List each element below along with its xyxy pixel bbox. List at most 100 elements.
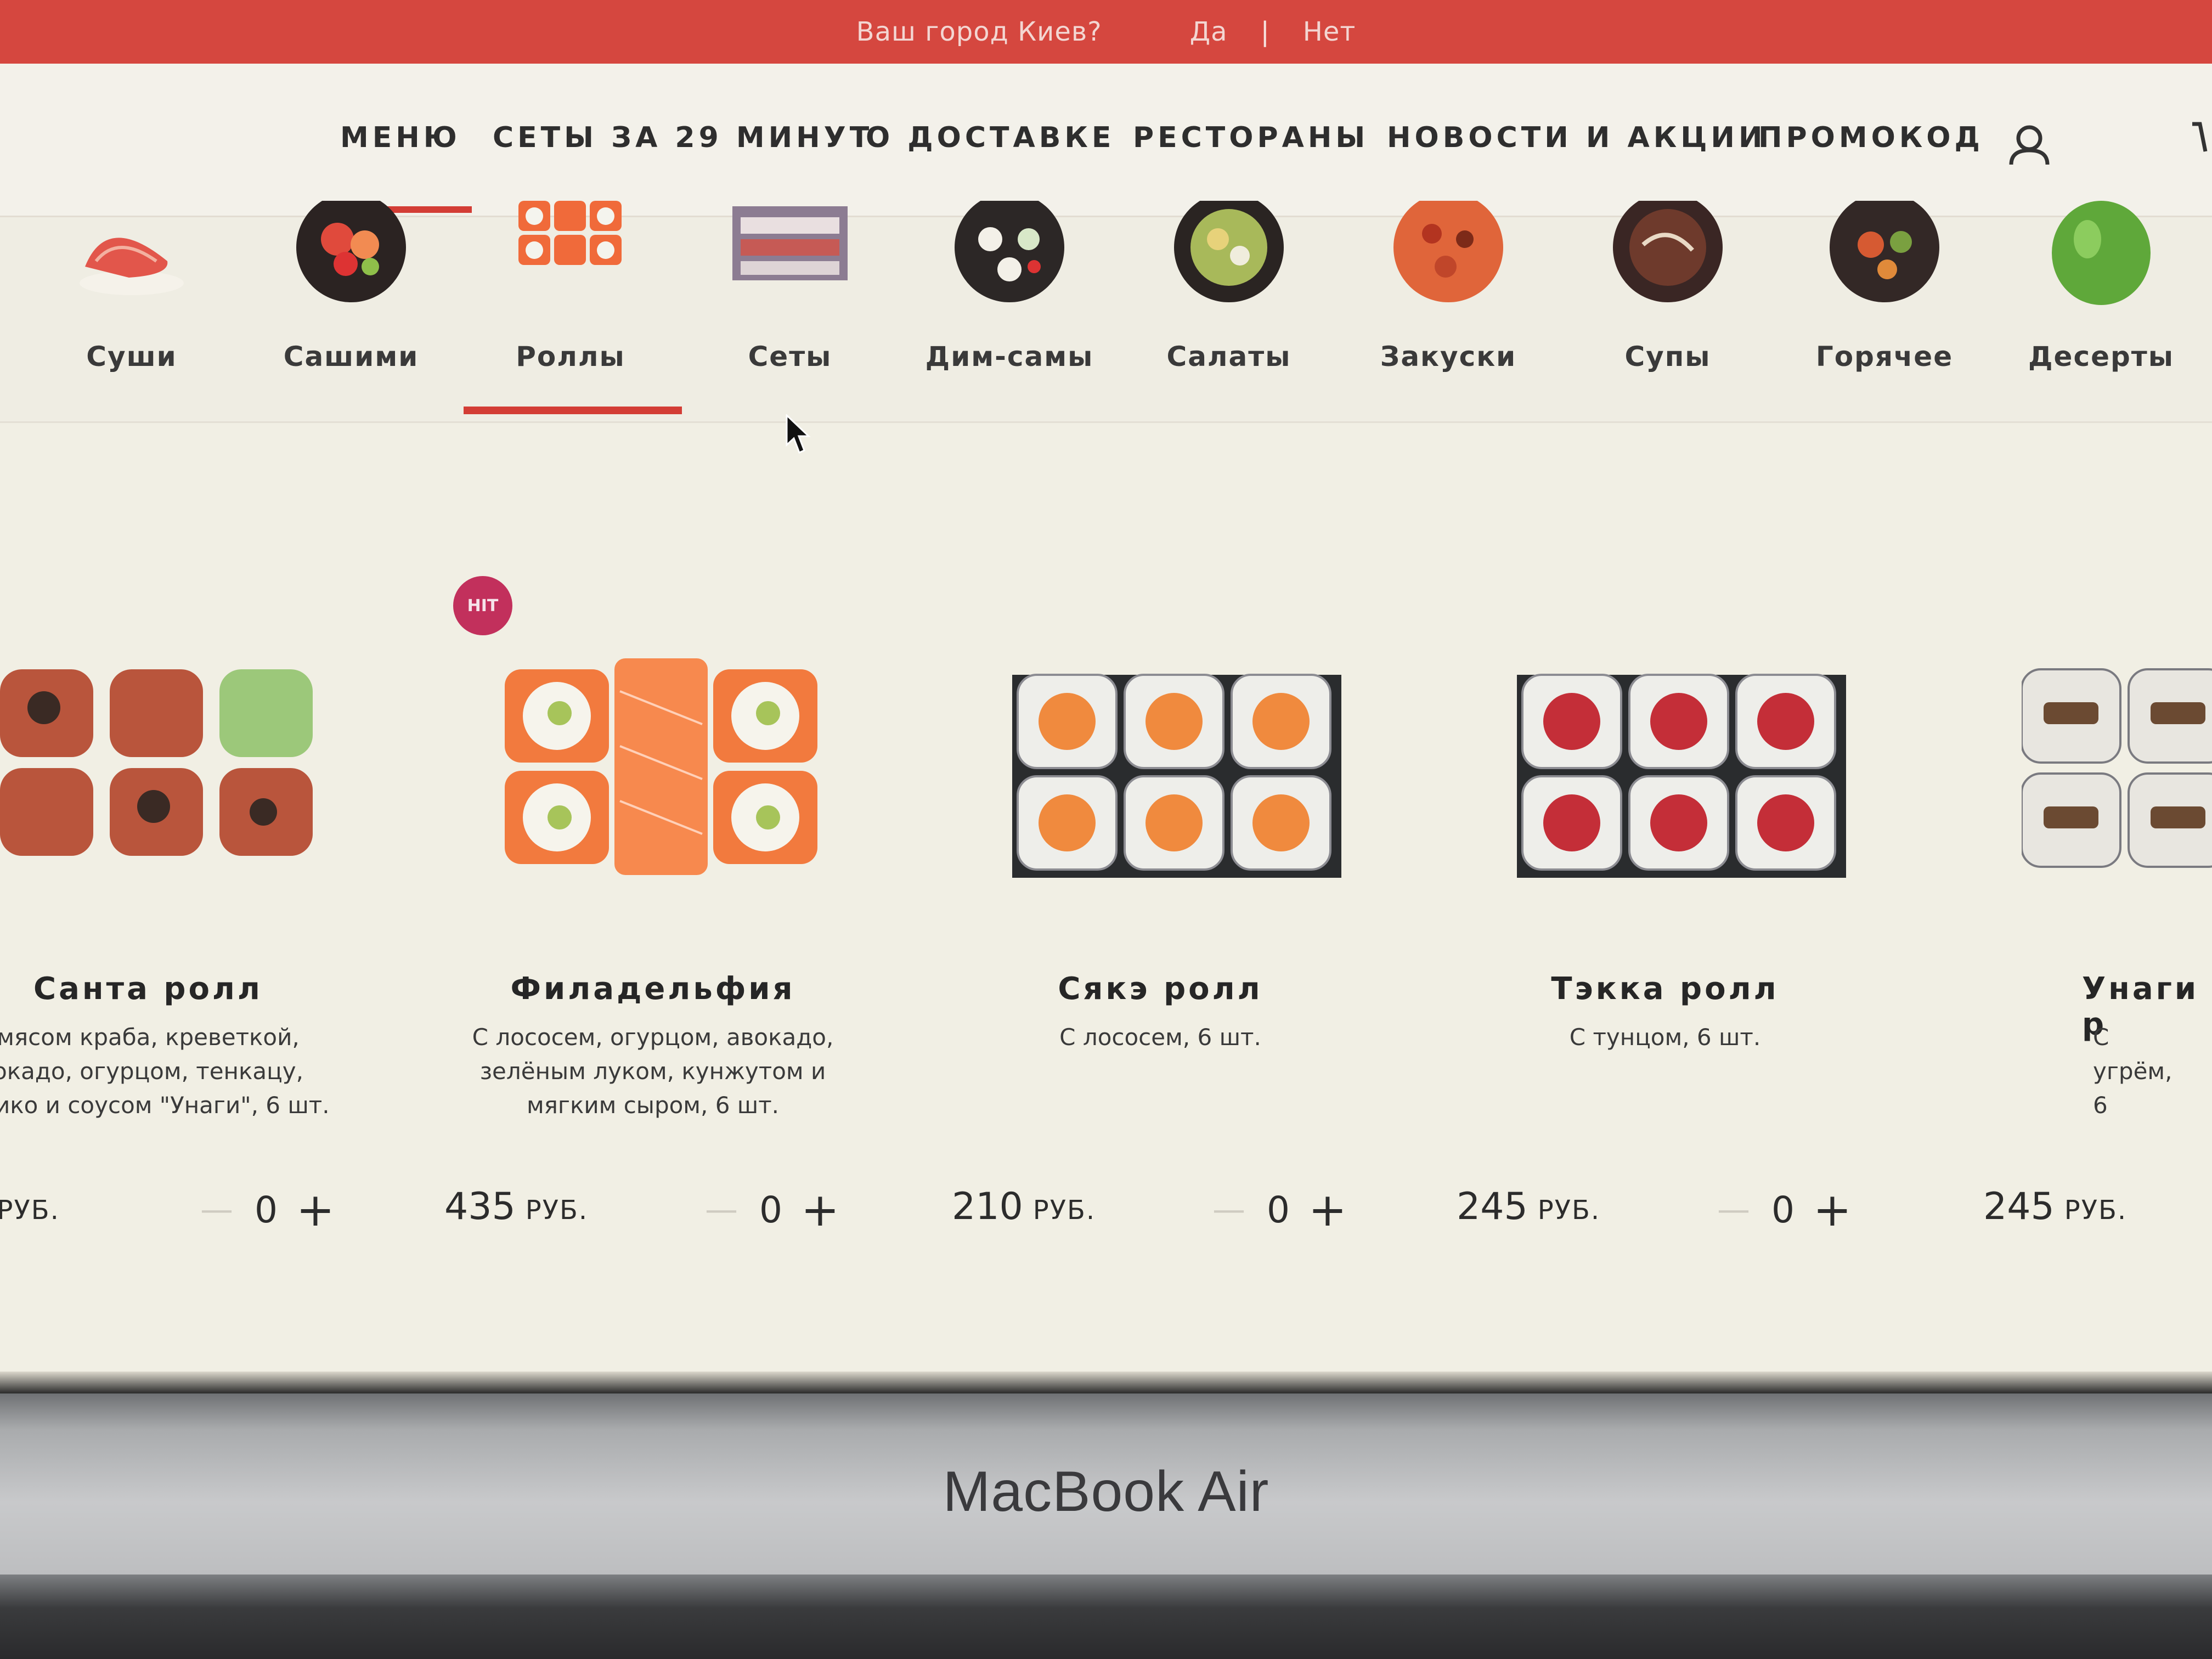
category-label: Закуски [1380,341,1517,373]
screen-edge [0,1372,2212,1393]
category-salads[interactable]: Салаты [1141,201,1317,420]
product-name: Санта ролл [33,971,263,1007]
increase-button[interactable]: + [291,1187,340,1233]
category-label: Горячее [1815,341,1954,373]
price-currency: РУБ. [525,1195,589,1226]
quantity-value: 0 [1267,1188,1290,1231]
product-name: Филадельфия [510,971,795,1007]
salad-thumb [1174,201,1284,302]
product-description: мясом краба, креветкой, окадо, огурцом, … [0,1024,330,1119]
category-rolls[interactable]: Роллы [483,201,658,420]
price-currency: РУБ. [2064,1195,2128,1226]
category-label: Сашими [283,341,419,373]
product-price: 210 РУБ. [952,1185,1096,1228]
decrease-button[interactable]: — [697,1190,746,1229]
category-label: Дим-самы [925,341,1094,373]
category-label: Суши [86,341,177,373]
city-confirm-banner: Ваш город Киев? Да | Нет [0,0,2212,64]
decrease-button[interactable]: — [192,1190,241,1229]
category-sashimi[interactable]: Сашими [263,201,439,420]
quantity-stepper: — 0 + [1709,1187,1890,1233]
mouse-cursor-icon [786,414,811,454]
increase-button[interactable]: + [1808,1187,1857,1233]
soup-thumb [1613,201,1723,302]
price-value: 435 [444,1185,516,1228]
product-card: Унаги р С угрём, 6 245 РУБ. [1950,592,2212,1251]
product-description: С лососем, 6 шт. [1059,1024,1261,1051]
category-hot[interactable]: Горячее [1797,201,1972,420]
product-image[interactable] [1517,658,1846,878]
product-image[interactable] [1012,658,1341,878]
hot-thumb [1830,201,1939,302]
product-price: 95РУБ. [0,1185,60,1228]
product-image[interactable] [0,658,329,878]
product-card: Санта ролл мясом краба, креветкой, окадо… [0,592,368,1251]
city-separator: | [1260,16,1270,47]
product-name: Тэкка ролл [1551,971,1779,1007]
category-dimsum[interactable]: Дим-самы [922,201,1097,420]
product-description: С угрём, 6 [2093,1024,2172,1119]
product-description: С тунцом, 6 шт. [1569,1024,1761,1051]
category-sushi[interactable]: Суши [44,217,219,420]
laptop-base [0,1575,2212,1659]
category-label: Роллы [516,341,625,373]
category-soups[interactable]: Супы [1580,201,1756,420]
sashimi-thumb [296,201,406,302]
product-price: 245 РУБ. [1983,1185,2127,1228]
category-sets[interactable]: Сеты [702,206,878,420]
top-navigation: МЕНЮ СЕТЫ ЗА 29 МИНУТ О ДОСТАВКЕ РЕСТОРА… [0,64,2212,217]
category-label: Салаты [1166,341,1291,373]
product-card: Филадельфия С лососем, огурцом, авокадо,… [433,592,872,1251]
nav-restaurants[interactable]: РЕСТОРАНЫ [1133,121,1369,154]
product-image[interactable] [505,658,834,878]
quantity-stepper: — 0 + [1204,1187,1385,1233]
cart-icon[interactable] [2189,119,2212,162]
decrease-button[interactable]: — [1204,1190,1254,1229]
product-price: 435 РУБ. [444,1185,588,1228]
increase-button[interactable]: + [795,1187,845,1233]
product-image[interactable] [2022,658,2212,878]
decrease-button[interactable]: — [1709,1190,1758,1229]
price-value: 245 [1983,1185,2055,1228]
city-yes-link[interactable]: Да [1190,16,1228,47]
product-name: Сякэ ролл [1058,971,1263,1007]
category-label: Сеты [748,341,832,373]
price-currency: РУБ. [1537,1195,1601,1226]
quantity-stepper: — 0 + [697,1187,878,1233]
nav-promocode[interactable]: ПРОМОКОД [1758,121,1984,154]
dimsum-thumb [955,201,1064,302]
quantity-stepper: — 0 + [192,1187,373,1233]
quantity-value: 0 [255,1188,278,1231]
product-description: С лососем, огурцом, авокадо, зелёным лук… [472,1024,834,1119]
quantity-value: 0 [759,1188,782,1231]
city-question: Ваш город Киев? [856,16,1102,47]
sushi-thumb [80,238,184,295]
nav-menu[interactable]: МЕНЮ [340,121,461,154]
snacks-thumb [1393,201,1503,302]
category-snacks[interactable]: Закуски [1361,201,1536,420]
increase-button[interactable]: + [1303,1187,1352,1233]
quantity-value: 0 [1771,1188,1795,1231]
nav-sets-29-min[interactable]: СЕТЫ ЗА 29 МИНУТ [493,121,873,154]
category-bar: Суши Сашими Роллы Сеты Дим-самы Салаты З… [0,201,2212,423]
price-currency: РУБ. [0,1195,60,1226]
user-icon[interactable] [2008,123,2051,167]
category-label: Супы [1624,341,1711,373]
product-card: Сякэ ролл С лососем, 6 шт. 210 РУБ. — 0 + [941,592,1380,1251]
product-price: 245 РУБ. [1457,1185,1600,1228]
nav-news-promos[interactable]: НОВОСТИ И АКЦИИ [1387,121,1766,154]
dessert-thumb [2052,201,2151,305]
laptop-bezel: MacBook Air [0,1393,2212,1575]
city-no-link[interactable]: Нет [1303,16,1356,47]
price-value: 210 [952,1185,1023,1228]
category-active-indicator [464,407,682,414]
price-value: 245 [1457,1185,1528,1228]
category-label: Десерты [2028,341,2174,373]
nav-delivery[interactable]: О ДОСТАВКЕ [866,121,1115,154]
category-desserts[interactable]: Десерты [2013,201,2189,420]
rolls-thumb [518,201,622,265]
product-card: Тэкка ролл С тунцом, 6 шт. 245 РУБ. — 0 + [1446,592,1884,1251]
sets-thumb [732,206,848,280]
price-currency: РУБ. [1032,1195,1096,1226]
laptop-brand-label: MacBook Air [943,1460,1269,1523]
